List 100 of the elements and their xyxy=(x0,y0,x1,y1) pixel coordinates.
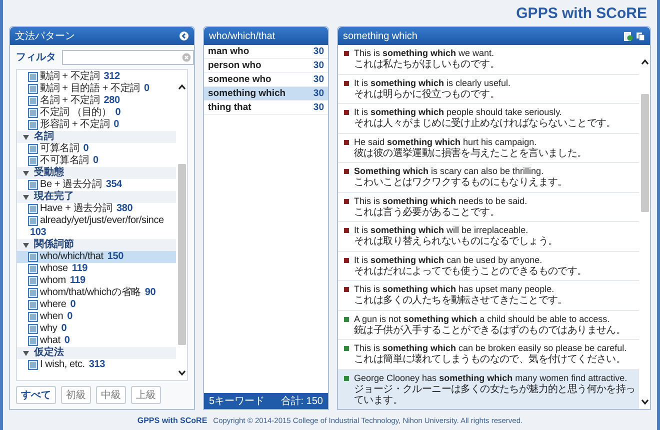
list-icon xyxy=(28,180,38,190)
list-icon xyxy=(28,144,38,154)
level-button[interactable]: 初級 xyxy=(61,386,91,404)
level-button[interactable]: 上級 xyxy=(131,386,161,404)
tree-item[interactable]: what 0 xyxy=(17,335,176,347)
sentence-item[interactable]: This is something which we want. これは私たちがほしいものです。 xyxy=(338,45,639,74)
english-sentence: He said something which hurt his campaign. xyxy=(354,136,538,148)
japanese-translation: これは私たちがほしいものです。 xyxy=(354,59,500,70)
english-sentence: George Clooney has something which many women find attractive. xyxy=(354,372,628,384)
caret-up-icon xyxy=(178,84,186,90)
list-icon xyxy=(28,156,38,166)
japanese-translation: ジョージ・クルーニーは多くの女たちが魅力的と思う何かを持っています。 xyxy=(354,384,636,406)
sentence-item[interactable]: This is something which has upset many people. これは多くの人たちを動転させてきたことです。 xyxy=(338,281,639,310)
tree-group[interactable]: 名詞 xyxy=(17,131,176,143)
tree-group[interactable]: 現在完了 xyxy=(17,191,176,203)
english-sentence: A gun is not something which a child should be able to access. xyxy=(354,314,611,324)
tree-item[interactable]: 動詞 + 目的語 + 不定詞 0 xyxy=(17,83,176,95)
english-sentence: This is something which can be broken easily so please be careful. xyxy=(354,343,627,354)
japanese-translation: これは多くの人たちを動転させてきたことです。 xyxy=(354,295,568,306)
list-icon xyxy=(28,324,38,334)
tree-item[interactable]: 可算名詞 0 xyxy=(17,143,176,155)
list-icon xyxy=(28,336,38,346)
sentence-item[interactable]: This is something which needs to be said. これは言う必要があることです。 xyxy=(338,192,639,222)
tree-item[interactable]: 形容詞 + 不定詞 0 xyxy=(17,119,176,131)
japanese-translation: こわいことはワクワクするものにもなりえます。 xyxy=(354,177,568,188)
tree-item[interactable]: whom/that/whichの省略 90 xyxy=(17,287,176,299)
keyword-item[interactable]: person who 30 xyxy=(204,59,328,73)
list-icon xyxy=(28,252,38,262)
sentence-item[interactable]: It is something which people should take seriously. それは人々がまじめに受け止めなければならないことです。 xyxy=(338,104,639,134)
list-icon xyxy=(28,84,38,94)
tree-item[interactable]: whose 119 xyxy=(17,263,176,275)
level-button[interactable]: すべて xyxy=(16,386,56,404)
list-icon xyxy=(28,288,38,298)
panel-title: something which xyxy=(343,30,418,42)
sentence-item[interactable]: It is something which is clearly useful. それは明らかに役立つものです。 xyxy=(338,74,639,104)
sentence-item[interactable]: George Clooney has something which many women find attractive. ジョージ・クルーニーは多くの女たちが魅力的と思う何かを持っています。 xyxy=(338,370,639,409)
scrollbar-thumb[interactable] xyxy=(640,94,648,212)
filter-field[interactable] xyxy=(62,50,194,64)
caret-down-icon xyxy=(640,399,648,405)
keyword-count: 5キーワード xyxy=(209,395,265,408)
caret-up-icon xyxy=(640,59,648,65)
tree-item[interactable]: 名詞 + 不定詞 280 xyxy=(17,95,176,107)
list-icon xyxy=(28,72,38,82)
japanese-translation: これは簡単に壊れてしまうものなので、気を付けてください。 xyxy=(354,354,627,366)
list-icon xyxy=(28,312,38,322)
japanese-translation: これは言う必要があることです。 xyxy=(354,206,501,218)
keyword-item[interactable]: man who 30 xyxy=(204,45,328,59)
japanese-translation: それはだれによってでも使うことのできるものです。 xyxy=(354,266,587,277)
list-icon xyxy=(28,204,38,214)
tree-group[interactable]: 仮定法 xyxy=(17,347,176,359)
triangle-down-icon xyxy=(23,242,29,248)
clear-icon xyxy=(182,52,191,62)
sentence-item[interactable]: He said something which hurt his campaign. 彼は彼の選挙運動に損害を与えたことを言いました。 xyxy=(338,134,639,163)
triangle-down-icon xyxy=(23,134,29,140)
english-sentence: This is something which needs to be said. xyxy=(354,196,528,206)
total-count: 合計: 150 xyxy=(280,394,323,408)
tree-item[interactable]: whom 119 xyxy=(17,275,176,287)
level-button[interactable]: 中級 xyxy=(96,386,126,404)
triangle-down-icon xyxy=(23,350,29,356)
tree-item[interactable]: I wish, etc. 313 xyxy=(17,359,176,371)
list-icon xyxy=(28,216,38,226)
tree-item[interactable]: Be + 過去分詞 354 xyxy=(17,179,176,191)
tree-item[interactable]: 不定詞 （目的） 0 xyxy=(17,107,176,119)
keyword-item[interactable]: something which 30 xyxy=(204,87,328,101)
tree-group[interactable]: 関係詞節 xyxy=(17,239,176,251)
scrollbar-thumb[interactable] xyxy=(178,164,186,346)
triangle-down-icon xyxy=(23,194,29,200)
sentence-item[interactable]: A gun is not something which a child should be able to access. 銃は子供が入手することができるはずのものではありません。 xyxy=(338,310,639,340)
triangle-down-icon xyxy=(23,170,29,176)
panel-title: who/which/that xyxy=(209,30,276,42)
list-icon xyxy=(28,96,38,106)
japanese-translation: 彼は彼の選挙運動に損害を与えたことを言いました。 xyxy=(354,148,587,159)
sentence-item[interactable]: Something which is scary can also be thrilling. こわいことはワクワクするものにもなりえます。 xyxy=(338,163,639,192)
tree-group[interactable]: 受動態 xyxy=(17,167,176,179)
tree-item[interactable]: Have + 過去分詞 380 xyxy=(17,203,176,215)
tree-item[interactable]: when 0 xyxy=(17,311,176,323)
keyword-item[interactable]: thing that 30 xyxy=(204,101,328,115)
tree-item[interactable]: why 0 xyxy=(17,323,176,335)
tree-item[interactable]: 不可算名詞 0 xyxy=(17,155,176,167)
english-sentence: It is something which people should take seriously. xyxy=(354,107,563,118)
sentence-item[interactable]: It is something which will be irreplaceable. それは取り替えられないものになるでしょう。 xyxy=(338,222,639,252)
list-icon xyxy=(28,264,38,274)
list-icon xyxy=(28,300,38,310)
english-sentence: This is something which has upset many people. xyxy=(354,284,556,295)
page-check-icon xyxy=(624,32,633,40)
list-icon xyxy=(28,108,38,118)
footer-brand: GPPS with SCoRE xyxy=(137,416,208,424)
english-sentence: Something which is scary can also be thrilling. xyxy=(354,166,545,177)
japanese-translation: それは明らかに役立つものです。 xyxy=(354,88,501,100)
list-icon xyxy=(28,276,38,286)
tree-item[interactable]: who/which/that 150 xyxy=(17,251,176,263)
tree-item[interactable]: 動詞 + 不定詞 312 xyxy=(17,71,176,83)
english-sentence: This is something which we want. xyxy=(354,48,496,59)
sentence-item[interactable]: It is something which can be used by anyone. それはだれによってでも使うことのできるものです。 xyxy=(338,252,639,281)
list-icon xyxy=(28,120,38,130)
tree-item[interactable]: already/yet/just/ever/for/since 103 xyxy=(17,215,176,239)
filter-label: フィルタ xyxy=(16,51,56,64)
english-sentence: It is something which can be used by anyone. xyxy=(354,254,544,266)
tree-item[interactable]: where 0 xyxy=(17,299,176,311)
circle-arrow-icon xyxy=(179,31,189,41)
